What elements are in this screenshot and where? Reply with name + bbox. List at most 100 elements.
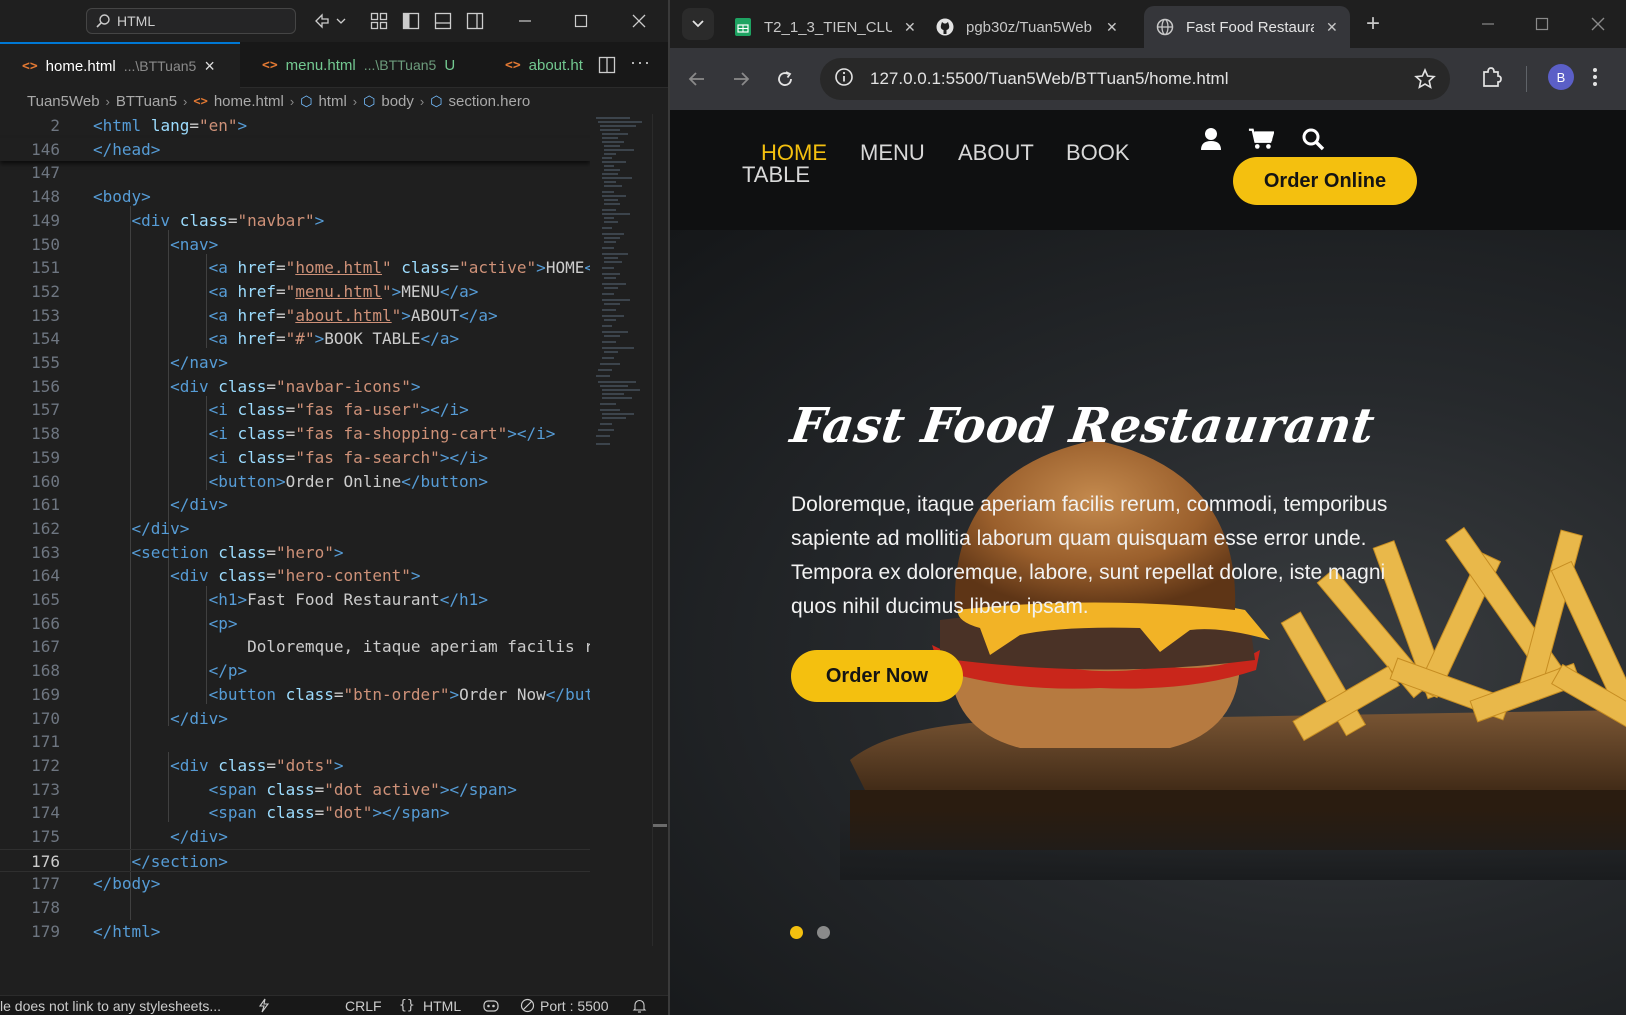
code-line[interactable]: 169 <button class="btn-order">Order Now<… — [0, 683, 590, 707]
order-now-button[interactable]: Order Now — [791, 650, 963, 702]
code-line[interactable]: 165 <h1>Fast Food Restaurant</h1> — [0, 588, 590, 612]
more-actions-icon[interactable]: ··· — [630, 52, 651, 73]
forward-arrow-icon[interactable] — [728, 66, 754, 92]
shopping-cart-icon[interactable] — [1248, 126, 1274, 152]
live-server-port[interactable]: Port : 5500 — [540, 998, 609, 1014]
code-line[interactable]: 159 <i class="fas fa-search"></i> — [0, 446, 590, 470]
code-line[interactable]: 176 </section> — [0, 848, 590, 873]
browser-tab-github[interactable]: pgb30z/Tuan5Web ✕ — [924, 6, 1130, 48]
address-bar[interactable]: 127.0.0.1:5500/Tuan5Web/BTTuan5/home.htm… — [820, 58, 1450, 100]
tab-close-icon[interactable]: × — [204, 56, 215, 77]
close-window-icon[interactable] — [626, 8, 652, 34]
code-line[interactable]: 170 </div> — [0, 707, 590, 731]
command-center-search[interactable]: HTML — [86, 8, 296, 34]
back-arrow-icon[interactable] — [684, 66, 710, 92]
restore-icon[interactable] — [1528, 12, 1556, 36]
breadcrumb-item[interactable]: BTTuan5 — [116, 93, 177, 110]
tab-about-html[interactable]: <> about.ht — [485, 42, 595, 88]
toggle-sidebar-icon[interactable] — [400, 10, 422, 32]
code-line[interactable]: 172 <div class="dots"> — [0, 754, 590, 778]
status-message[interactable]: le does not link to any stylesheets... — [0, 998, 221, 1014]
tab-menu-html[interactable]: <> menu.html ...\BTTuan5 U — [240, 42, 485, 88]
breadcrumb-item[interactable]: section.hero — [448, 93, 530, 110]
language-mode[interactable]: HTML — [423, 998, 461, 1014]
code-line[interactable]: 162 </div> — [0, 517, 590, 541]
code-line[interactable]: 174 <span class="dot"></span> — [0, 801, 590, 825]
code-line[interactable]: 161 </div> — [0, 493, 590, 517]
nav-about-link[interactable]: ABOUT — [958, 140, 1034, 166]
code-line[interactable]: 178 — [0, 896, 590, 920]
split-editor-icon[interactable] — [598, 56, 616, 79]
reload-icon[interactable] — [772, 66, 798, 92]
carousel-dot[interactable] — [817, 926, 830, 939]
close-window-icon[interactable] — [1584, 12, 1612, 36]
editor-scrollbar[interactable] — [652, 114, 667, 946]
order-online-button[interactable]: Order Online — [1233, 157, 1417, 205]
tab-search-button[interactable] — [682, 8, 714, 40]
customize-layout-icon[interactable] — [368, 10, 390, 32]
nav-book-table-link[interactable]: BOOK — [1066, 140, 1130, 166]
code-line[interactable]: 167 Doloremque, itaque aperiam facilis r — [0, 635, 590, 659]
toggle-panel-icon[interactable] — [432, 10, 454, 32]
profile-avatar[interactable]: B — [1548, 64, 1574, 90]
copilot-status-icon[interactable] — [482, 998, 500, 1015]
code-line[interactable]: 164 <div class="hero-content"> — [0, 564, 590, 588]
user-icon[interactable] — [1198, 126, 1224, 152]
code-line[interactable]: 148 <body> — [0, 185, 590, 209]
code-line[interactable]: 154 <a href="#">BOOK TABLE</a> — [0, 327, 590, 351]
site-info-icon[interactable] — [834, 67, 854, 92]
breadcrumb-item[interactable]: home.html — [214, 93, 284, 110]
code-line[interactable]: 177 </body> — [0, 872, 590, 896]
code-line[interactable]: 171 — [0, 730, 590, 754]
code-line[interactable]: 173 <span class="dot active"></span> — [0, 778, 590, 802]
code-line[interactable]: 147 — [0, 161, 590, 185]
breadcrumb-item[interactable]: Tuan5Web — [27, 93, 100, 110]
code-line[interactable]: 146 </head> — [0, 137, 590, 162]
maximize-icon[interactable] — [568, 8, 594, 34]
code-line[interactable]: 166 <p> — [0, 612, 590, 636]
close-tab-icon[interactable]: ✕ — [1106, 19, 1118, 36]
code-line[interactable]: 153 <a href="about.html">ABOUT</a> — [0, 304, 590, 328]
code-line[interactable]: 151 <a href="home.html" class="active">H… — [0, 256, 590, 280]
code-line[interactable]: 149 <div class="navbar"> — [0, 209, 590, 233]
code-line[interactable]: 168 </p> — [0, 659, 590, 683]
code-line[interactable]: 163 <section class="hero"> — [0, 541, 590, 565]
code-line[interactable]: 152 <a href="menu.html">MENU</a> — [0, 280, 590, 304]
search-icon[interactable] — [1300, 126, 1326, 152]
nav-menu-link[interactable]: MENU — [860, 140, 925, 166]
bell-icon[interactable] — [632, 998, 647, 1015]
tab-home-html[interactable]: <> home.html ...\BTTuan5 × — [0, 42, 240, 88]
code-line[interactable]: 157 <i class="fas fa-user"></i> — [0, 398, 590, 422]
kebab-menu-icon[interactable] — [1592, 66, 1598, 93]
line-ending[interactable]: CRLF — [345, 998, 382, 1014]
line-number: 167 — [31, 637, 60, 657]
minimize-icon[interactable] — [512, 8, 538, 34]
carousel-dot-active[interactable] — [790, 926, 803, 939]
breadcrumb-item[interactable]: body — [381, 93, 414, 110]
code-line[interactable]: 155 </nav> — [0, 351, 590, 375]
hero-section: Fast Food Restaurant Doloremque, itaque … — [670, 230, 1626, 1015]
close-tab-icon[interactable]: ✕ — [904, 19, 916, 36]
code-line[interactable]: 2 <html lang="en"> — [0, 114, 590, 138]
lightning-icon[interactable] — [258, 998, 270, 1015]
minimap[interactable] — [590, 114, 650, 946]
nav-book-table-link-wrap[interactable]: TABLE — [742, 162, 810, 188]
code-line[interactable]: 150 <nav> — [0, 233, 590, 257]
hero-title: Fast Food Restaurant — [787, 398, 1379, 454]
toggle-secondary-sidebar-icon[interactable] — [464, 10, 486, 32]
close-tab-icon[interactable]: ✕ — [1326, 19, 1338, 36]
extensions-puzzle-icon[interactable] — [1480, 66, 1502, 93]
bookmark-star-icon[interactable] — [1414, 67, 1436, 95]
new-tab-button[interactable]: + — [1359, 10, 1387, 38]
code-line[interactable]: 156 <div class="navbar-icons"> — [0, 375, 590, 399]
copilot-icon[interactable] — [312, 10, 348, 32]
breadcrumb-item[interactable]: html — [318, 93, 346, 110]
browser-tab-sheets[interactable]: T2_1_3_TIEN_CLUC ✕ — [722, 6, 928, 48]
code-line[interactable]: 179 </html> — [0, 920, 590, 944]
code-line[interactable]: 160 <button>Order Online</button> — [0, 470, 590, 494]
code-line[interactable]: 175 </div> — [0, 825, 590, 849]
minimize-icon[interactable] — [1474, 12, 1502, 36]
browser-tab-fast-food[interactable]: Fast Food Restaurant ✕ — [1144, 6, 1350, 48]
code-line[interactable]: 158 <i class="fas fa-shopping-cart"></i> — [0, 422, 590, 446]
code-editor[interactable]: 2 <html lang="en"> 146 </head> 147 148 <body> 1… — [0, 114, 590, 946]
